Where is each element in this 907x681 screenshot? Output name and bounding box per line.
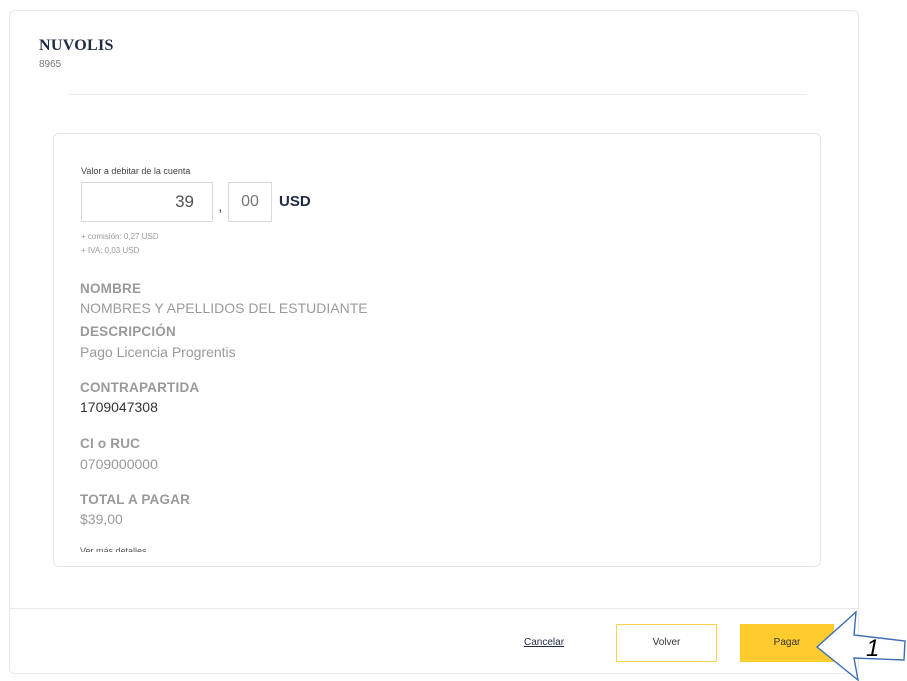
amount-integer-field[interactable]: 39 [81,182,213,222]
name-value: NOMBRES Y APELLIDOS DEL ESTUDIANTE [80,300,368,316]
description-value: Pago Licencia Progrentis [80,344,236,360]
total-value: $39,00 [80,511,123,527]
pointer-arrow-icon [815,610,906,681]
footer-divider [9,608,859,609]
header-divider [68,94,806,95]
more-details-link[interactable]: Ver más detalles [80,544,147,552]
cancel-button[interactable]: Cancelar [524,637,564,648]
total-label: TOTAL A PAGAR [80,492,191,507]
iva-text: + IVA: 0,03 USD [81,246,140,255]
amount-label: Valor a debitar de la cuenta [81,166,191,176]
counterpart-value: 1709047308 [80,399,158,415]
name-label: NOMBRE [80,281,142,296]
description-label: DESCRIPCIÓN [80,324,176,339]
commission-text: + comisión: 0,27 USD [81,232,159,241]
step-number: 1 [866,635,880,662]
company-name: NUVOLIS [39,37,114,54]
id-value: 0709000000 [80,456,158,472]
company-code: 8965 [39,59,62,70]
back-button[interactable]: Volver [616,624,717,662]
currency-label: USD [279,193,311,210]
id-label: CI o RUC [80,436,141,451]
decimal-separator: , [218,198,223,215]
amount-decimal-field[interactable]: 00 [228,182,272,222]
counterpart-label: CONTRAPARTIDA [80,380,200,395]
